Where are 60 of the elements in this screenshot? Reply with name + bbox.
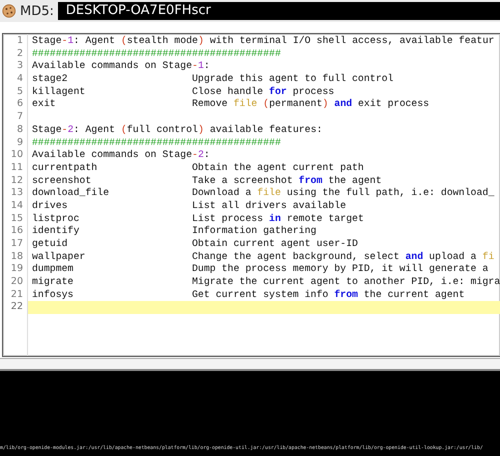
command-description: List process in remote target [192, 212, 364, 226]
code-text: ########################################## [32, 48, 281, 60]
code-text: Available commands on Stage-1: [32, 60, 210, 74]
line-number: 17 [10, 238, 24, 251]
command-description: Remove file (permanent) and exit process [192, 98, 430, 112]
line-number: 2 [16, 48, 24, 60]
line-number: 4 [16, 73, 24, 86]
command-name: exit [32, 98, 57, 112]
line-number: 14 [10, 200, 24, 213]
line-number: 19 [10, 263, 24, 276]
command-description: Obtain the agent current path [192, 162, 364, 175]
line-number: 12 [10, 174, 24, 188]
command-name: getuid [32, 238, 69, 251]
command-name: migrate [32, 276, 74, 289]
command-description: Take a screenshot from the agent [192, 174, 382, 188]
line-number: 1 [16, 35, 24, 48]
code-editor[interactable] [2, 33, 500, 357]
command-name: listproc [32, 212, 80, 226]
command-name: killagent [32, 86, 86, 98]
command-description: Change the agent background, select and upload a fi [192, 250, 494, 264]
line-number: 3 [16, 60, 24, 74]
code-text: Stage-2: Agent (full control) available features: [32, 124, 322, 136]
line-number: 6 [16, 98, 24, 112]
command-description: Upgrade this agent to full control [192, 73, 394, 86]
line-number: 16 [10, 225, 24, 238]
command-name: stage2 [32, 73, 69, 86]
command-description: Information gathering [192, 225, 316, 238]
command-name: dumpmem [32, 263, 74, 276]
command-name: currentpath [32, 162, 98, 175]
line-number: 9 [16, 136, 24, 150]
command-name: identify [32, 225, 80, 238]
cookie-icon [2, 4, 16, 18]
code-text: ########################################## [32, 136, 281, 150]
line-number: 8 [16, 124, 24, 136]
code-text: Stage-1: Agent (stealth mode) with terminal I/O shell access, available featur [32, 35, 494, 48]
line-number: 21 [10, 288, 24, 302]
command-description: Download a file using the full path, i.e: download_ [192, 187, 494, 200]
line-number: 13 [10, 187, 24, 200]
md5-field[interactable]: DESKTOP-OA7E0FHscr [58, 2, 500, 20]
line-number: 20 [10, 276, 24, 289]
line-number: 11 [10, 162, 24, 175]
command-description: Get current system info from the current agent [192, 288, 465, 302]
line-number: 18 [10, 250, 24, 264]
command-name: download_file [32, 187, 110, 200]
line-number: 5 [16, 86, 24, 98]
command-description: Obtain current agent user-ID [192, 238, 358, 251]
line-number: 10 [10, 149, 24, 162]
line-number: 22 [10, 301, 24, 314]
command-name: wallpaper [32, 250, 86, 264]
command-description: Migrate the current agent to another PID, i.e: migra [192, 276, 500, 289]
md5-label: MD5: [20, 4, 54, 18]
command-description: List all drivers available [192, 200, 346, 213]
command-description: Dump the process memory by PID, it will generate a [192, 263, 488, 276]
line-number: 15 [10, 212, 24, 226]
command-name: screenshot [32, 174, 92, 188]
line-number: 7 [16, 111, 24, 124]
command-name: infosys [32, 288, 74, 302]
command-description: Close handle for process [192, 86, 334, 98]
code-text: Available commands on Stage-2: [32, 149, 210, 162]
command-name: drives [32, 200, 69, 213]
